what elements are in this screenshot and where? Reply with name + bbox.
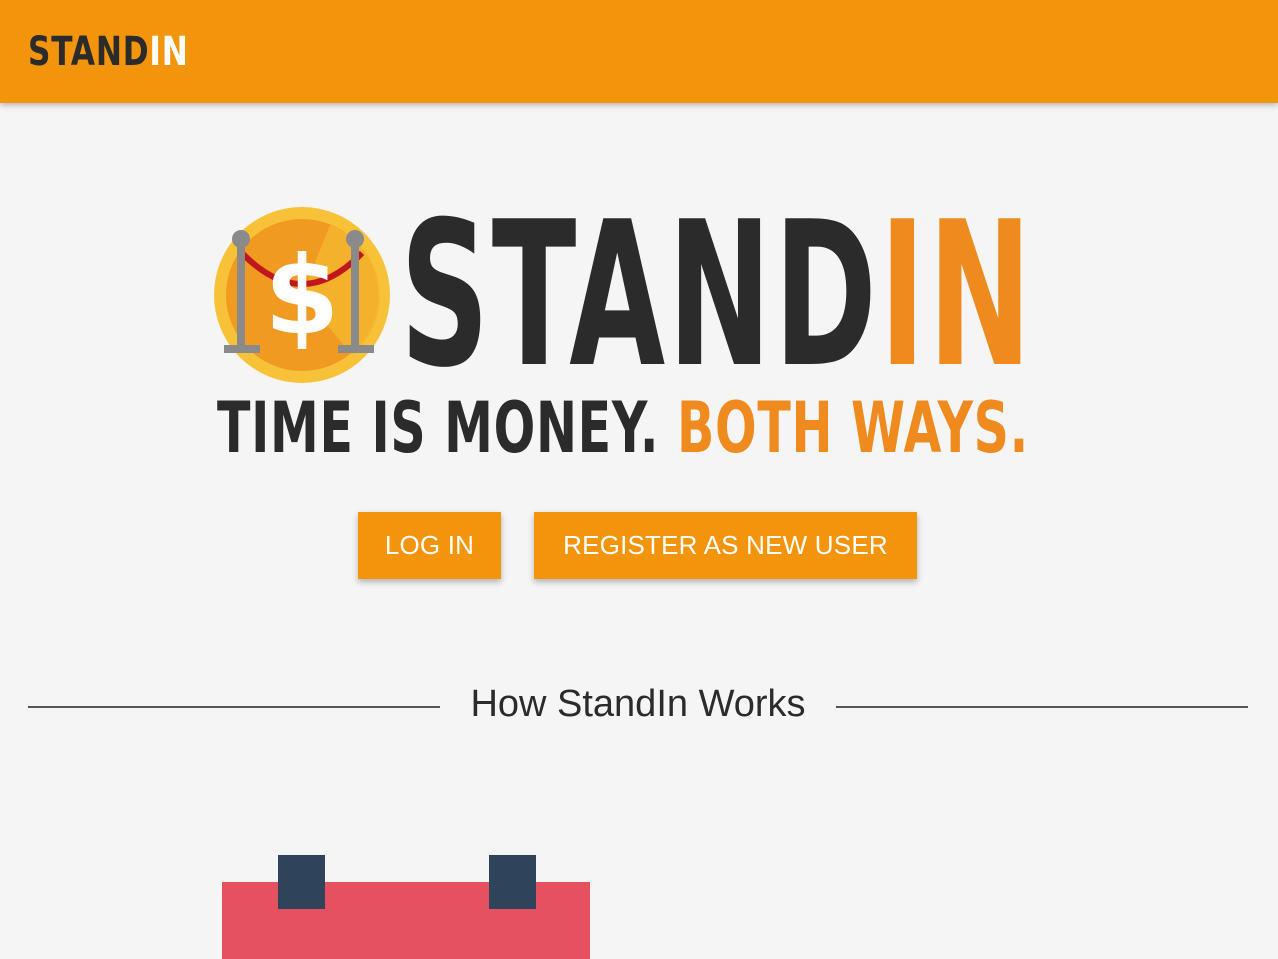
dollar-coin-velvet-rope-icon: $ — [214, 207, 390, 383]
hero-wordmark: STANDIN — [400, 196, 1034, 396]
hero-wordmark-main: STAND — [400, 179, 880, 412]
hero-wordmark-highlight: IN — [879, 179, 1035, 412]
tagline-highlight: BOTH WAYS. — [676, 387, 1029, 469]
svg-text:$: $ — [264, 234, 339, 359]
section-divider-right — [836, 706, 1248, 708]
top-navbar: STANDIN — [0, 0, 1278, 103]
brand-text-main: STAND — [28, 29, 150, 75]
hero-tagline: TIME IS MONEY. BOTH WAYS. — [217, 388, 1029, 468]
login-button[interactable]: LOG IN — [358, 512, 501, 579]
calendar-icon — [222, 855, 590, 959]
brand-text-highlight: IN — [149, 29, 189, 75]
register-button[interactable]: REGISTER AS NEW USER — [534, 512, 917, 579]
section-divider-left — [28, 706, 440, 708]
tagline-main: TIME IS MONEY. — [217, 387, 660, 469]
navbar-brand-logo[interactable]: STANDIN — [28, 26, 189, 78]
how-it-works-title: How StandIn Works — [470, 683, 806, 725]
